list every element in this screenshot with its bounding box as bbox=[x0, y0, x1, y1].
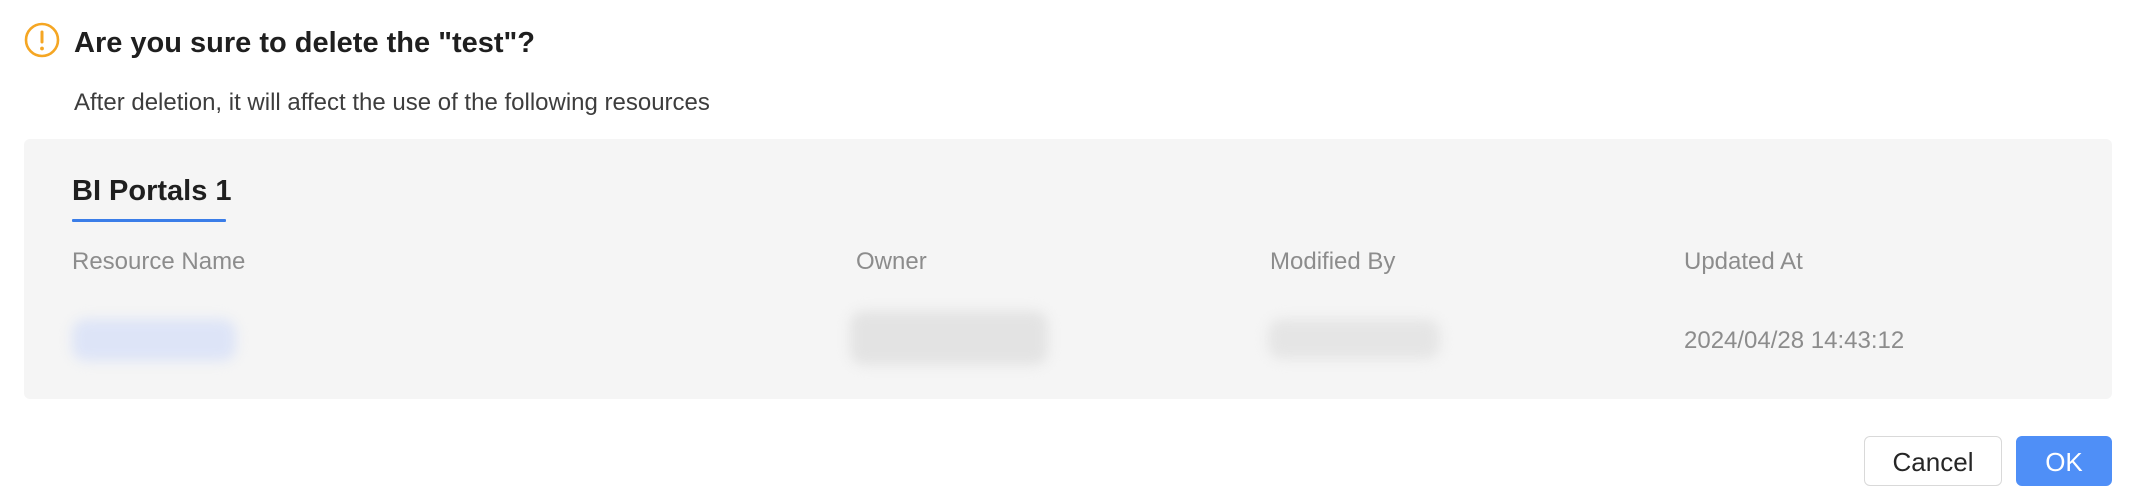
owner-cell-redacted bbox=[850, 311, 1048, 365]
active-tab-indicator bbox=[72, 219, 226, 222]
affected-resources-panel: BI Portals 1 Resource Name Owner Modifie… bbox=[24, 139, 2112, 399]
tab-bi-portals[interactable]: BI Portals 1 bbox=[72, 173, 232, 209]
delete-confirm-dialog: Are you sure to delete the "test"? After… bbox=[0, 0, 2136, 502]
resource-name-cell-redacted[interactable] bbox=[72, 319, 236, 361]
column-header-modified-by: Modified By bbox=[1270, 248, 1396, 275]
column-header-resource-name: Resource Name bbox=[72, 248, 246, 275]
ok-button[interactable]: OK bbox=[2016, 436, 2112, 486]
dialog-subtitle: After deletion, it will affect the use o… bbox=[74, 89, 710, 116]
column-header-updated-at: Updated At bbox=[1684, 248, 1803, 275]
modified-by-cell-redacted bbox=[1268, 319, 1440, 359]
dialog-title: Are you sure to delete the "test"? bbox=[74, 27, 535, 59]
column-header-owner: Owner bbox=[856, 248, 927, 275]
updated-at-cell: 2024/04/28 14:43:12 bbox=[1684, 327, 1905, 354]
warning-icon bbox=[24, 22, 60, 58]
cancel-button[interactable]: Cancel bbox=[1864, 436, 2002, 486]
